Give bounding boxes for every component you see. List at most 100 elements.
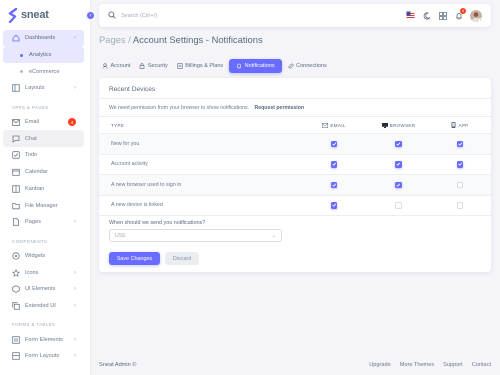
sidebar-item-email[interactable]: Email 4 xyxy=(3,114,84,131)
email-checkbox[interactable] xyxy=(330,161,338,168)
card-title: Recent Devices xyxy=(109,86,156,93)
app-checkbox[interactable] xyxy=(456,161,464,168)
sidebar-item-label: Pages xyxy=(25,219,41,226)
footer-link-more-themes[interactable]: More Themes xyxy=(400,362,434,368)
tab-connections[interactable]: Connections xyxy=(285,59,330,73)
browser-checkbox[interactable] xyxy=(395,140,402,147)
sidebar-item-ui-elements[interactable]: UI Elements › xyxy=(3,281,84,298)
brand[interactable]: sneat xyxy=(0,0,90,30)
table-header: TYPE EMAIL BROWSER APP xyxy=(99,116,491,134)
browser-cell xyxy=(364,140,433,147)
sidebar-item-label: Form Elements xyxy=(25,336,63,343)
sidebar-item-widgets[interactable]: Widgets xyxy=(3,248,84,265)
copy-icon xyxy=(12,302,20,310)
sidebar-subitem-label: eCommerce xyxy=(29,68,60,75)
footer-link-upgrade[interactable]: Upgrade xyxy=(369,362,390,368)
sidebar-item-label: Calendar xyxy=(25,169,48,176)
tab-billings-plans[interactable]: Billings & Plans xyxy=(174,59,226,73)
email-checkbox[interactable] xyxy=(330,202,338,209)
tab-label: Account xyxy=(110,63,131,69)
search-input[interactable]: Search (Ctrl+/) xyxy=(121,13,157,19)
app-checkbox[interactable] xyxy=(456,202,464,209)
page-title: Pages / Account Settings - Notifications xyxy=(99,34,263,45)
divider xyxy=(99,98,491,99)
column-email-label: EMAIL xyxy=(330,122,346,128)
tab-notifications[interactable]: Notifications xyxy=(229,59,282,73)
form-icon xyxy=(12,335,20,344)
sidebar-item-form-elements[interactable]: Form Elements › xyxy=(3,331,84,348)
grid-icon xyxy=(12,185,20,193)
when-select[interactable]: USE ⌄ xyxy=(109,229,282,242)
widget-icon xyxy=(12,252,20,260)
sidebar-item-calendar[interactable]: Calendar xyxy=(3,164,84,181)
sidebar-item-extended-ui[interactable]: Extended UI › xyxy=(3,298,84,315)
footer-link-support[interactable]: Support xyxy=(443,362,463,368)
email-icon xyxy=(322,122,329,128)
sidebar-item-layouts[interactable]: Layouts › xyxy=(3,80,84,97)
sidebar-item-label: Form Layouts xyxy=(25,353,60,360)
chevron-right-icon: › xyxy=(74,85,76,92)
brand-logo-icon xyxy=(8,7,18,23)
column-app: APP xyxy=(433,122,487,128)
sidebar-item-chat[interactable]: Chat xyxy=(3,130,84,148)
sidebar: sneat Dashboards › Analytics eCommerce Layou… xyxy=(0,0,91,375)
sidebar-item-label: Todo xyxy=(25,152,38,159)
check-icon xyxy=(12,151,20,160)
table-row: A new device is linked xyxy=(99,196,491,216)
when-select-value: USE xyxy=(115,232,126,239)
sidebar-item-kanban[interactable]: Kanban xyxy=(3,181,84,198)
email-checkbox[interactable] xyxy=(330,140,338,147)
app-checkbox[interactable] xyxy=(456,140,464,147)
column-type: TYPE xyxy=(111,122,125,128)
browser-checkbox[interactable] xyxy=(395,202,402,209)
folder-icon xyxy=(12,202,20,210)
app-cell xyxy=(433,140,487,147)
sidebar-section-header: COMPONENTS xyxy=(12,238,48,244)
sidebar-item-todo[interactable]: Todo xyxy=(3,147,84,164)
sidebar-item-file-manager[interactable]: File Manager xyxy=(3,197,84,214)
chevron-down-icon: ⌄ xyxy=(271,232,276,239)
apps-grid-icon[interactable] xyxy=(438,11,447,20)
app-checkbox[interactable] xyxy=(456,181,464,188)
chevron-right-icon: › xyxy=(74,336,76,343)
footer: Sneat Admin © Upgrade More Themes Support C… xyxy=(99,362,491,368)
sidebar-item-icons[interactable]: Icons › xyxy=(3,264,84,281)
tab-account[interactable]: Account xyxy=(99,59,133,73)
sidebar-collapse-button[interactable]: ‹ xyxy=(85,10,96,21)
bullet-dot-icon xyxy=(20,53,23,57)
save-changes-button[interactable]: Save Changes xyxy=(109,252,160,265)
bell-icon xyxy=(236,63,242,69)
tab-label: Connections xyxy=(296,63,327,69)
email-checkbox[interactable] xyxy=(330,181,338,188)
email-cell xyxy=(304,161,364,168)
email-icon xyxy=(12,118,20,126)
chevron-right-icon: › xyxy=(74,219,76,226)
chevron-right-icon: › xyxy=(74,302,76,309)
sidebar-item-label: Dashboards xyxy=(25,35,56,42)
moon-icon[interactable] xyxy=(422,11,431,20)
user-avatar[interactable] xyxy=(470,9,482,22)
sidebar-subitem-ecommerce[interactable]: eCommerce xyxy=(3,63,84,80)
monitor-icon xyxy=(381,122,388,128)
search-bar[interactable]: Search (Ctrl+/) xyxy=(108,10,406,21)
sidebar-item-dashboards[interactable]: Dashboards › xyxy=(3,30,84,47)
tab-security[interactable]: Security xyxy=(136,59,170,73)
language-flag-icon[interactable] xyxy=(406,11,415,20)
sidebar-menu: Dashboards › Analytics eCommerce Layouts › APP… xyxy=(0,30,90,365)
sidebar-subitem-label: Analytics xyxy=(29,52,52,59)
sidebar-item-form-layouts[interactable]: Form Layouts › xyxy=(3,348,84,365)
browser-checkbox[interactable] xyxy=(395,181,402,188)
sidebar-item-label: UI Elements xyxy=(25,286,56,293)
sidebar-subitem-analytics[interactable]: Analytics xyxy=(3,46,84,64)
footer-link-contact[interactable]: Contact xyxy=(472,362,491,368)
sidebar-item-pages[interactable]: Pages › xyxy=(3,214,84,231)
chat-icon xyxy=(12,135,20,143)
notification-bell-icon[interactable]: 4 xyxy=(454,8,466,20)
browser-checkbox[interactable] xyxy=(395,161,402,168)
discard-button[interactable]: Discard xyxy=(165,252,199,265)
app-icon xyxy=(451,122,456,128)
request-permission-link[interactable]: Request permission xyxy=(254,105,304,111)
sidebar-item-label: Icons xyxy=(25,269,39,276)
footer-links: Upgrade More Themes Support Contact xyxy=(369,362,491,368)
link-icon xyxy=(288,63,294,69)
